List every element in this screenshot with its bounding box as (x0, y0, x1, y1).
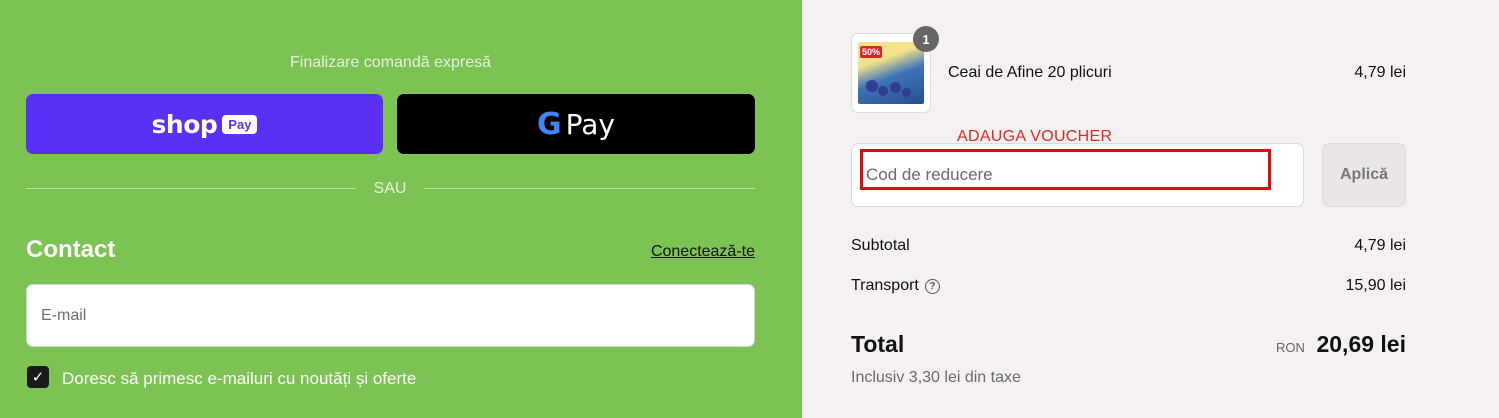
subtotal-label: Subtotal (851, 237, 910, 254)
product-image: 50% (858, 42, 924, 104)
apply-discount-button[interactable]: Aplică (1322, 143, 1406, 207)
shop-pay-badge: Pay (222, 114, 258, 134)
shop-pay-button[interactable]: shop Pay (26, 94, 383, 154)
checkmark-icon: ✓ (31, 369, 45, 386)
email-field[interactable] (26, 284, 755, 347)
express-checkout-title: Finalizare comandă expresă (290, 54, 491, 71)
shipping-label: Transport (851, 277, 919, 294)
divider-right (424, 188, 755, 189)
checkout-main-panel: Finalizare comandă expresă shop Pay G Pa… (0, 0, 802, 418)
google-g-icon: G (537, 106, 562, 142)
total-label: Total (851, 331, 905, 357)
subtotal-value: 4,79 lei (1354, 237, 1406, 254)
divider-left (26, 188, 356, 189)
separator-text: SAU (373, 180, 407, 197)
shop-pay-logo-text: shop (151, 109, 218, 139)
help-icon[interactable]: ? (924, 279, 940, 294)
contact-heading: Contact (26, 236, 116, 263)
total-value: 20,69 lei (1316, 331, 1406, 357)
product-price: 4,79 lei (1354, 64, 1406, 81)
shipping-value: 15,90 lei (1345, 277, 1407, 294)
newsletter-label: Doresc să primesc e-mailuri cu noutăți ș… (62, 369, 417, 388)
newsletter-checkbox[interactable]: ✓ (27, 366, 49, 388)
quantity-badge: 1 (913, 26, 939, 52)
shipping-row: Transport? (851, 277, 940, 295)
tax-note: Inclusiv 3,30 lei din taxe (851, 369, 1021, 386)
discount-code-input[interactable] (851, 143, 1304, 207)
total-currency: RON (1276, 340, 1305, 355)
google-pay-button[interactable]: G Pay (397, 94, 755, 154)
product-name: Ceai de Afine 20 plicuri (948, 64, 1112, 81)
discount-tag: 50% (860, 46, 883, 58)
login-link[interactable]: Conectează-te (651, 243, 755, 261)
google-pay-label: Pay (565, 107, 615, 141)
